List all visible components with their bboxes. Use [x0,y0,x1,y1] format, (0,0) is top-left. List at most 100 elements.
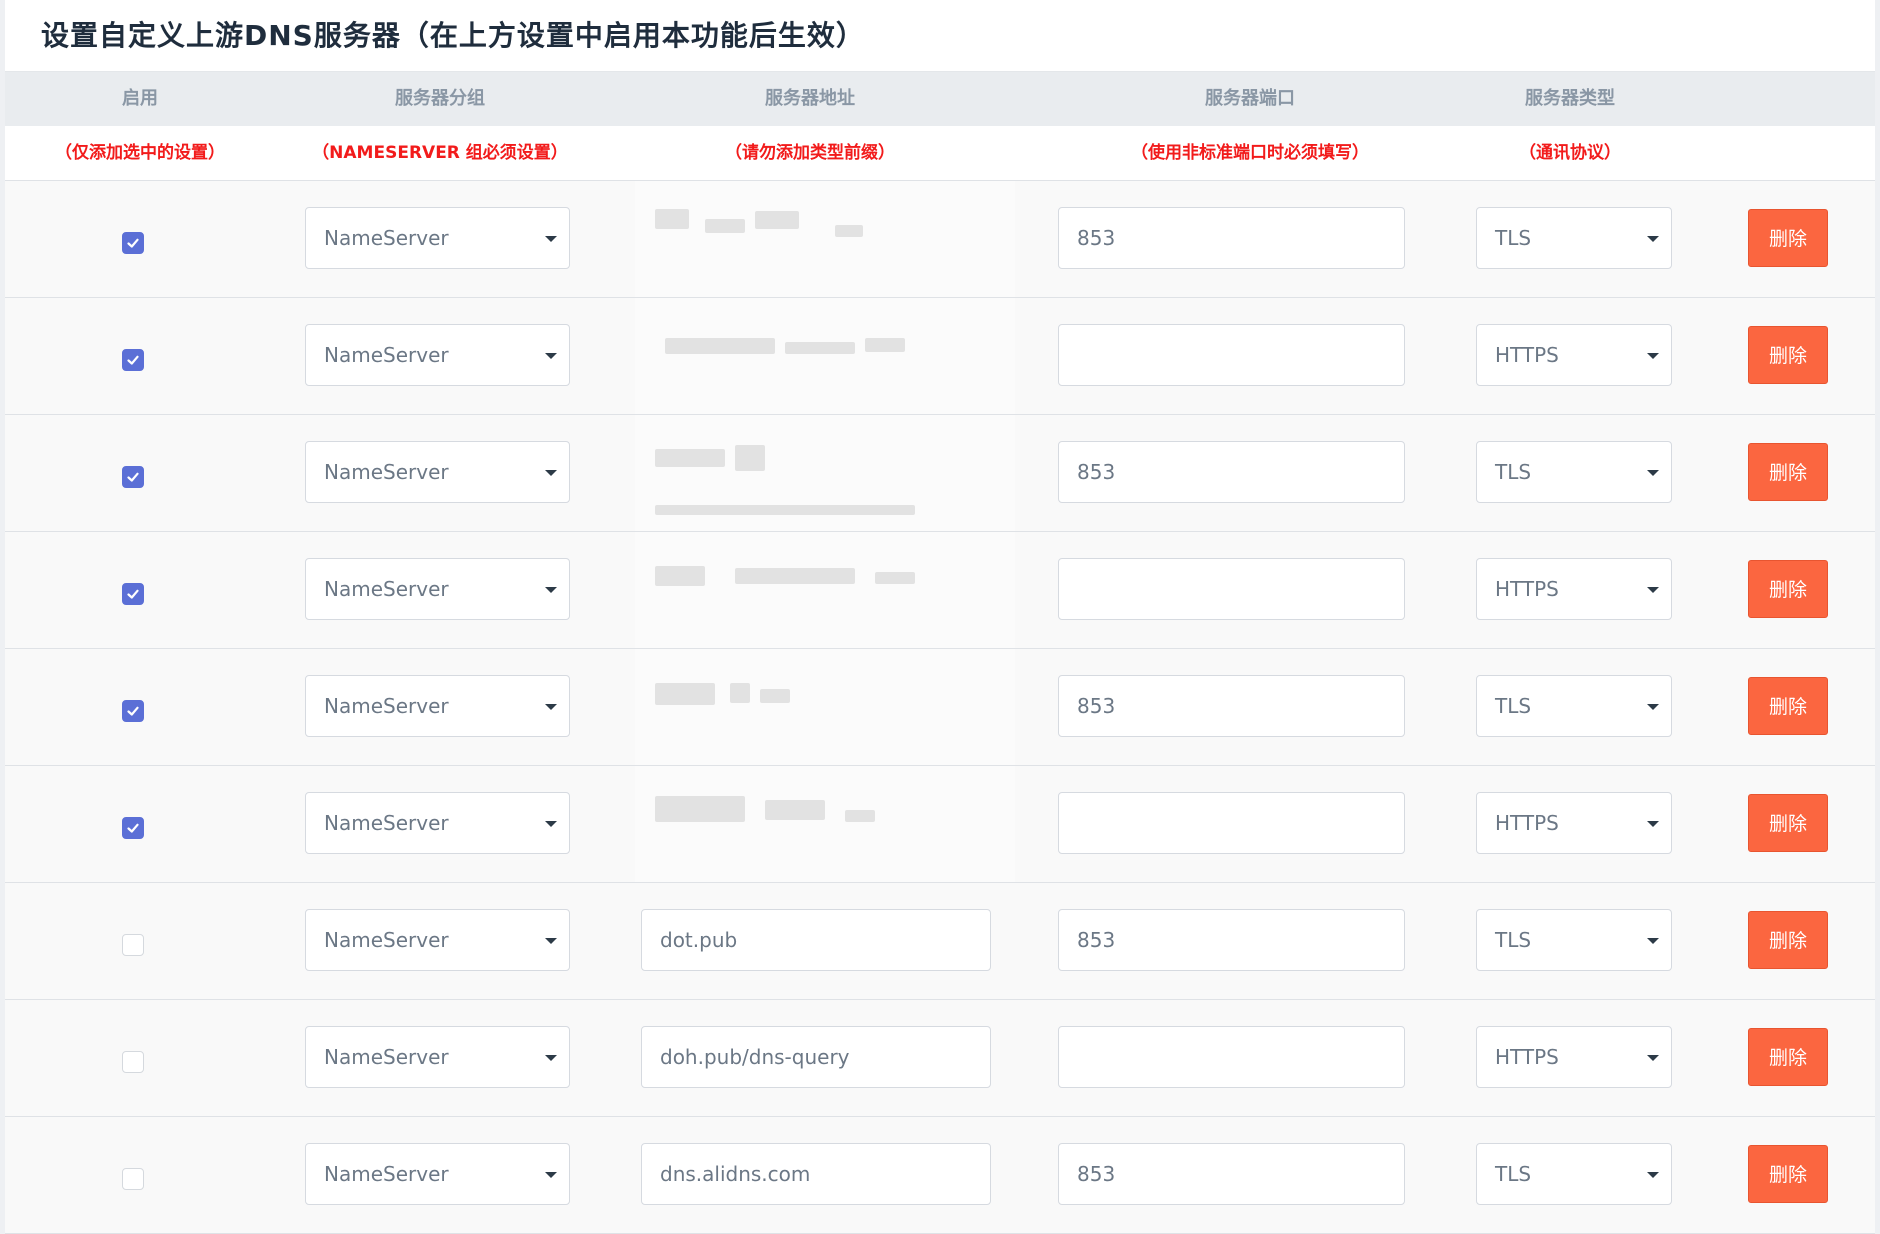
enable-checkbox[interactable] [122,1051,144,1073]
table-header: 启用 服务器分组 服务器地址 服务器端口 服务器类型 [5,72,1875,126]
group-select[interactable]: NameServer [305,909,570,971]
group-select-value: NameServer [324,811,449,835]
check-icon [127,355,139,365]
enable-checkbox[interactable] [122,934,144,956]
chevron-down-icon [1647,938,1659,944]
type-select-value: TLS [1495,460,1532,484]
chevron-down-icon [1647,704,1659,710]
port-input[interactable] [1058,324,1405,386]
type-select[interactable]: TLS [1476,1143,1672,1205]
port-input[interactable]: 853 [1058,207,1405,269]
delete-button[interactable]: 删除 [1748,1145,1828,1203]
delete-button[interactable]: 删除 [1748,326,1828,384]
type-select[interactable]: TLS [1476,909,1672,971]
address-input[interactable]: dns.alidns.com [641,1143,991,1205]
chevron-down-icon [1647,821,1659,827]
port-input[interactable] [1058,792,1405,854]
address-redacted-area [635,181,1015,297]
redaction-block [655,505,915,515]
table-row: NameServer doh.pub/dns-query HTTPS 删除 [5,1000,1875,1117]
enable-checkbox[interactable] [122,700,144,722]
group-select[interactable]: NameServer [305,792,570,854]
redaction-block [655,683,715,705]
group-select[interactable]: NameServer [305,441,570,503]
port-input[interactable]: 853 [1058,441,1405,503]
type-select[interactable]: HTTPS [1476,324,1672,386]
chevron-down-icon [545,1055,557,1061]
group-select[interactable]: NameServer [305,675,570,737]
chevron-down-icon [545,587,557,593]
check-icon [127,706,139,716]
type-select-value: HTTPS [1495,577,1559,601]
group-select[interactable]: NameServer [305,558,570,620]
hint-row: （仅添加选中的设置） （NAMESERVER 组必须设置） （请勿添加类型前缀）… [5,126,1875,181]
redaction-block [755,211,799,229]
chevron-down-icon [1647,1172,1659,1178]
chevron-down-icon [1647,470,1659,476]
delete-button[interactable]: 删除 [1748,677,1828,735]
redaction-block [655,796,745,822]
delete-button[interactable]: 删除 [1748,794,1828,852]
delete-button[interactable]: 删除 [1748,209,1828,267]
table-row: NameServer 853 TLS 删除 [5,649,1875,766]
port-input[interactable]: 853 [1058,675,1405,737]
hint-enabled: （仅添加选中的设置） [55,143,225,163]
address-redacted-area [635,649,1015,765]
type-select[interactable]: HTTPS [1476,792,1672,854]
enable-checkbox[interactable] [122,349,144,371]
type-select[interactable]: TLS [1476,675,1672,737]
group-select-value: NameServer [324,694,449,718]
enable-checkbox[interactable] [122,817,144,839]
address-input[interactable]: doh.pub/dns-query [641,1026,991,1088]
redaction-block [765,800,825,820]
group-select[interactable]: NameServer [305,1026,570,1088]
type-select-value: TLS [1495,694,1532,718]
type-select-value: HTTPS [1495,811,1559,835]
port-input[interactable]: 853 [1058,1143,1405,1205]
server-table-body: NameServer 853 TLS 删除 NameServer HTTPS 删… [5,181,1875,1234]
port-input-value: 853 [1077,1162,1116,1186]
redaction-block [760,689,790,703]
chevron-down-icon [545,704,557,710]
type-select-value: HTTPS [1495,1045,1559,1069]
type-select[interactable]: TLS [1476,441,1672,503]
group-select-value: NameServer [324,1045,449,1069]
delete-button[interactable]: 删除 [1748,560,1828,618]
type-select[interactable]: TLS [1476,207,1672,269]
address-input-value: doh.pub/dns-query [660,1045,850,1069]
enable-checkbox[interactable] [122,466,144,488]
redaction-block [705,219,745,233]
table-row: NameServer HTTPS 删除 [5,298,1875,415]
port-input-value: 853 [1077,226,1116,250]
delete-button[interactable]: 删除 [1748,1028,1828,1086]
group-select-value: NameServer [324,226,449,250]
delete-button[interactable]: 删除 [1748,443,1828,501]
check-icon [127,823,139,833]
address-input[interactable]: dot.pub [641,909,991,971]
port-input[interactable] [1058,1026,1405,1088]
delete-button[interactable]: 删除 [1748,911,1828,969]
enable-checkbox[interactable] [122,232,144,254]
redaction-block [655,209,689,229]
port-input[interactable] [1058,558,1405,620]
group-select-value: NameServer [324,460,449,484]
address-input-value: dot.pub [660,928,738,952]
enable-checkbox[interactable] [122,1168,144,1190]
type-select[interactable]: HTTPS [1476,1026,1672,1088]
group-select-value: NameServer [324,928,449,952]
group-select-value: NameServer [324,1162,449,1186]
table-row: NameServer 853 TLS 删除 [5,181,1875,298]
address-redacted-area [635,298,1015,414]
type-select[interactable]: HTTPS [1476,558,1672,620]
port-input-value: 853 [1077,460,1116,484]
port-input[interactable]: 853 [1058,909,1405,971]
type-select-value: TLS [1495,928,1532,952]
col-header-group: 服务器分组 [395,88,485,109]
redaction-block [735,568,855,584]
chevron-down-icon [1647,353,1659,359]
address-input-value: dns.alidns.com [660,1162,811,1186]
group-select[interactable]: NameServer [305,207,570,269]
enable-checkbox[interactable] [122,583,144,605]
group-select[interactable]: NameServer [305,324,570,386]
group-select[interactable]: NameServer [305,1143,570,1205]
